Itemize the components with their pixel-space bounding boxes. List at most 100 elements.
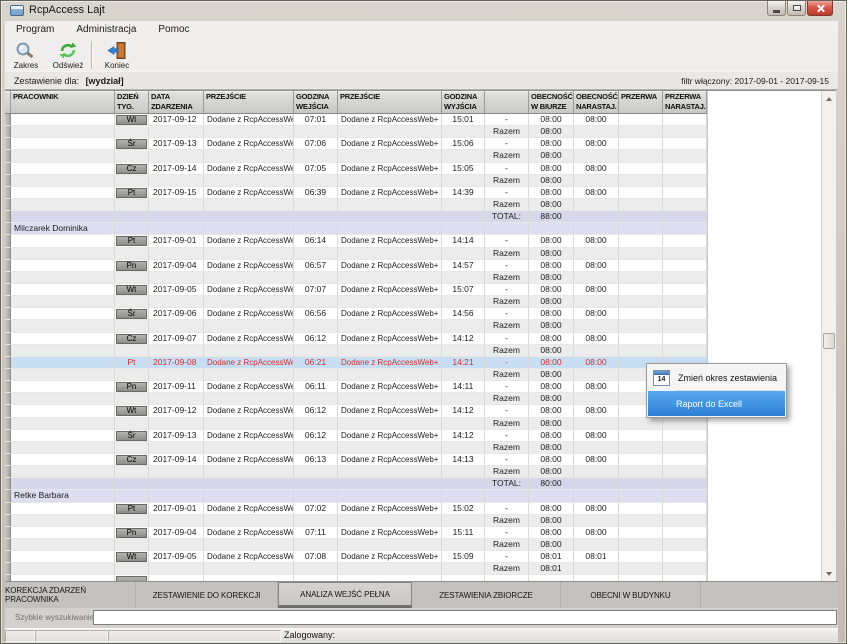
zakres-button[interactable]: Zakres	[5, 39, 47, 70]
day-row[interactable]: Pt2017-09-01Dodane z RcpAccessWeb+07:02D…	[5, 503, 707, 515]
razem-row[interactable]: Razem08:00	[5, 466, 707, 478]
column-header-przejscie-wy[interactable]: PRZEJŚCIE	[338, 91, 442, 114]
close-button[interactable]	[807, 1, 833, 16]
tab-obecni-w-budynku[interactable]: OBECNI W BUDYNKU	[561, 582, 701, 608]
cell-godzina-wejscia	[294, 248, 338, 260]
vertical-scrollbar[interactable]	[821, 91, 836, 581]
razem-row[interactable]: Razem08:00	[5, 369, 707, 381]
day-row[interactable]: Śr2017-09-13Dodane z RcpAccessWeb+07:06D…	[5, 138, 707, 150]
menu-administracja[interactable]: Administracja	[65, 24, 147, 35]
razem-row[interactable]: Razem08:00	[5, 539, 707, 551]
status-panel-1	[5, 630, 35, 642]
tab-korekcja-zdarzen[interactable]: KOREKCJA ZDARZEŃ PRACOWNIKA	[5, 582, 136, 608]
cell-dzien-tyg	[115, 272, 149, 284]
column-header-godzina-wejscia[interactable]: GODZINA WEJŚCIA	[294, 91, 338, 114]
column-header-obecnosc-w-biurze[interactable]: OBECNOŚĆ W BIURZE	[529, 91, 574, 114]
razem-row[interactable]: Razem08:00	[5, 393, 707, 405]
column-header-etykieta[interactable]	[485, 91, 529, 114]
cell-data-zdarzenia	[149, 393, 204, 405]
column-header-pracownik[interactable]: PRACOWNIK	[11, 91, 115, 114]
cell-data-zdarzenia	[149, 199, 204, 211]
cell-godzina-wyjscia: 14:39	[442, 187, 485, 199]
scroll-down-button[interactable]	[823, 567, 835, 580]
day-row[interactable]: Cz2017-09-07Dodane z RcpAccessWeb+06:12D…	[5, 333, 707, 345]
cell-dzien-tyg: Pt	[115, 187, 149, 199]
razem-row[interactable]: Razem08:01	[5, 563, 707, 575]
day-row[interactable]: Pn2017-09-04Dodane z RcpAccessWeb+07:11D…	[5, 527, 707, 539]
day-row[interactable]: Cz2017-09-14Dodane z RcpAccessWeb+06:13D…	[5, 454, 707, 466]
razem-row[interactable]: Razem08:00	[5, 199, 707, 211]
cell-przejscie-we	[204, 223, 294, 235]
column-header-przejscie-we[interactable]: PRZEJŚCIE	[204, 91, 294, 114]
column-header-przerwa-narastaj[interactable]: PRZERWA NARASTAJ.	[663, 91, 707, 114]
column-header-data-zdarzenia[interactable]: DATA ZDARZENIA	[149, 91, 204, 114]
cell-data-zdarzenia: 2017-09-07	[149, 333, 204, 345]
razem-row[interactable]: Razem08:00	[5, 515, 707, 527]
day-row[interactable]: Wt2017-09-05Dodane z RcpAccessWeb+07:07D…	[5, 284, 707, 296]
minimize-button[interactable]	[767, 1, 786, 16]
cell-data-zdarzenia	[149, 369, 204, 381]
cell-przejscie-we: Dodane z RcpAccessWeb+	[204, 163, 294, 175]
cell-obecnosc-w-biurze: 08:00	[529, 175, 574, 187]
column-header-obecnosc-narastaj[interactable]: OBECNOŚĆ NARASTAJ.	[574, 91, 619, 114]
day-row[interactable]: Wt2017-09-12Dodane z RcpAccessWeb+07:01D…	[5, 114, 707, 126]
tab-zestawienie-do-korekcji[interactable]: ZESTAWIENIE DO KOREKCJI	[136, 582, 278, 608]
day-row[interactable]: Pt2017-09-15Dodane z RcpAccessWeb+06:39D…	[5, 187, 707, 199]
razem-row[interactable]: Razem08:00	[5, 320, 707, 332]
day-row[interactable]: Pn2017-09-11Dodane z RcpAccessWeb+06:11D…	[5, 381, 707, 393]
razem-row[interactable]: Razem08:00	[5, 296, 707, 308]
total-row[interactable]: TOTAL:80:00	[5, 478, 707, 490]
cell-etykieta: -	[485, 138, 529, 150]
cell-przerwa	[619, 345, 663, 357]
day-row[interactable]: Śr2017-09-06Dodane z RcpAccessWeb+06:56D…	[5, 308, 707, 320]
tab-zestawienia-zbiorcze[interactable]: ZESTAWIENIA ZBIORCZE	[412, 582, 561, 608]
cell-przerwa	[619, 138, 663, 150]
razem-row[interactable]: Razem08:00	[5, 418, 707, 430]
cell-obecnosc-narastaj	[574, 369, 619, 381]
cell-przejscie-wy	[338, 418, 442, 430]
column-header-godzina-wyjscia[interactable]: GODZINA WYJŚCIA	[442, 91, 485, 114]
employee-section-row[interactable]: Retke Barbara	[5, 490, 707, 502]
day-row[interactable]: Wt2017-09-05Dodane z RcpAccessWeb+07:08D…	[5, 551, 707, 563]
menu-item-change-period[interactable]: 14 Zmień okres zestawienia	[648, 365, 785, 390]
titlebar[interactable]: RcpAccess Lajt	[1, 1, 846, 21]
maximize-button[interactable]	[787, 1, 806, 16]
zakres-label: Zakres	[14, 61, 38, 70]
scroll-up-button[interactable]	[823, 92, 835, 105]
cell-przerwa-narastaj	[663, 235, 707, 247]
cell-przerwa-narastaj	[663, 296, 707, 308]
razem-row[interactable]: Razem08:00	[5, 345, 707, 357]
razem-row[interactable]: Razem08:00	[5, 126, 707, 138]
cell-etykieta: Razem	[485, 248, 529, 260]
scrollbar-thumb[interactable]	[823, 333, 835, 349]
cell-godzina-wyjscia	[442, 563, 485, 575]
column-header-dzien-tyg[interactable]: DZIEŃ TYG.	[115, 91, 149, 114]
cell-data-zdarzenia: 2017-09-13	[149, 430, 204, 442]
total-row[interactable]: TOTAL:88:00	[5, 211, 707, 223]
menu-program[interactable]: Program	[5, 24, 65, 35]
razem-row[interactable]: Razem08:00	[5, 272, 707, 284]
search-input[interactable]	[93, 610, 837, 625]
cell-przejscie-wy: Dodane z RcpAccessWeb+	[338, 235, 442, 247]
razem-row[interactable]: Razem08:00	[5, 442, 707, 454]
menu-pomoc[interactable]: Pomoc	[147, 24, 200, 35]
cell-pracownik	[11, 296, 115, 308]
koniec-button[interactable]: Koniec	[96, 39, 138, 70]
razem-row[interactable]: Razem08:00	[5, 248, 707, 260]
razem-row[interactable]: Razem08:00	[5, 150, 707, 162]
razem-row[interactable]: Razem08:00	[5, 175, 707, 187]
menu-item-report-excel[interactable]: Raport do Excell	[648, 391, 785, 416]
employee-section-row[interactable]: Milczarek Dominika	[5, 223, 707, 235]
cell-data-zdarzenia	[149, 515, 204, 527]
tab-analiza-wejsc-pelna[interactable]: ANALIZA WEJŚĆ PEŁNA	[278, 582, 412, 608]
day-row[interactable]: Pn2017-09-04Dodane z RcpAccessWeb+06:57D…	[5, 260, 707, 272]
day-row[interactable]: Cz2017-09-14Dodane z RcpAccessWeb+07:05D…	[5, 163, 707, 175]
odswiez-button[interactable]: Odśwież	[47, 39, 89, 70]
day-row[interactable]: Śr2017-09-13Dodane z RcpAccessWeb+06:12D…	[5, 430, 707, 442]
close-icon	[816, 4, 825, 13]
day-row[interactable]: Pt2017-09-01Dodane z RcpAccessWeb+06:14D…	[5, 235, 707, 247]
column-header-przerwa[interactable]: PRZERWA	[619, 91, 663, 114]
day-row[interactable]: Pt2017-09-08Dodane z RcpAccessWeb+06:21D…	[5, 357, 707, 369]
day-row[interactable]: Wt2017-09-12Dodane z RcpAccessWeb+06:12D…	[5, 405, 707, 417]
cell-godzina-wyjscia	[442, 418, 485, 430]
